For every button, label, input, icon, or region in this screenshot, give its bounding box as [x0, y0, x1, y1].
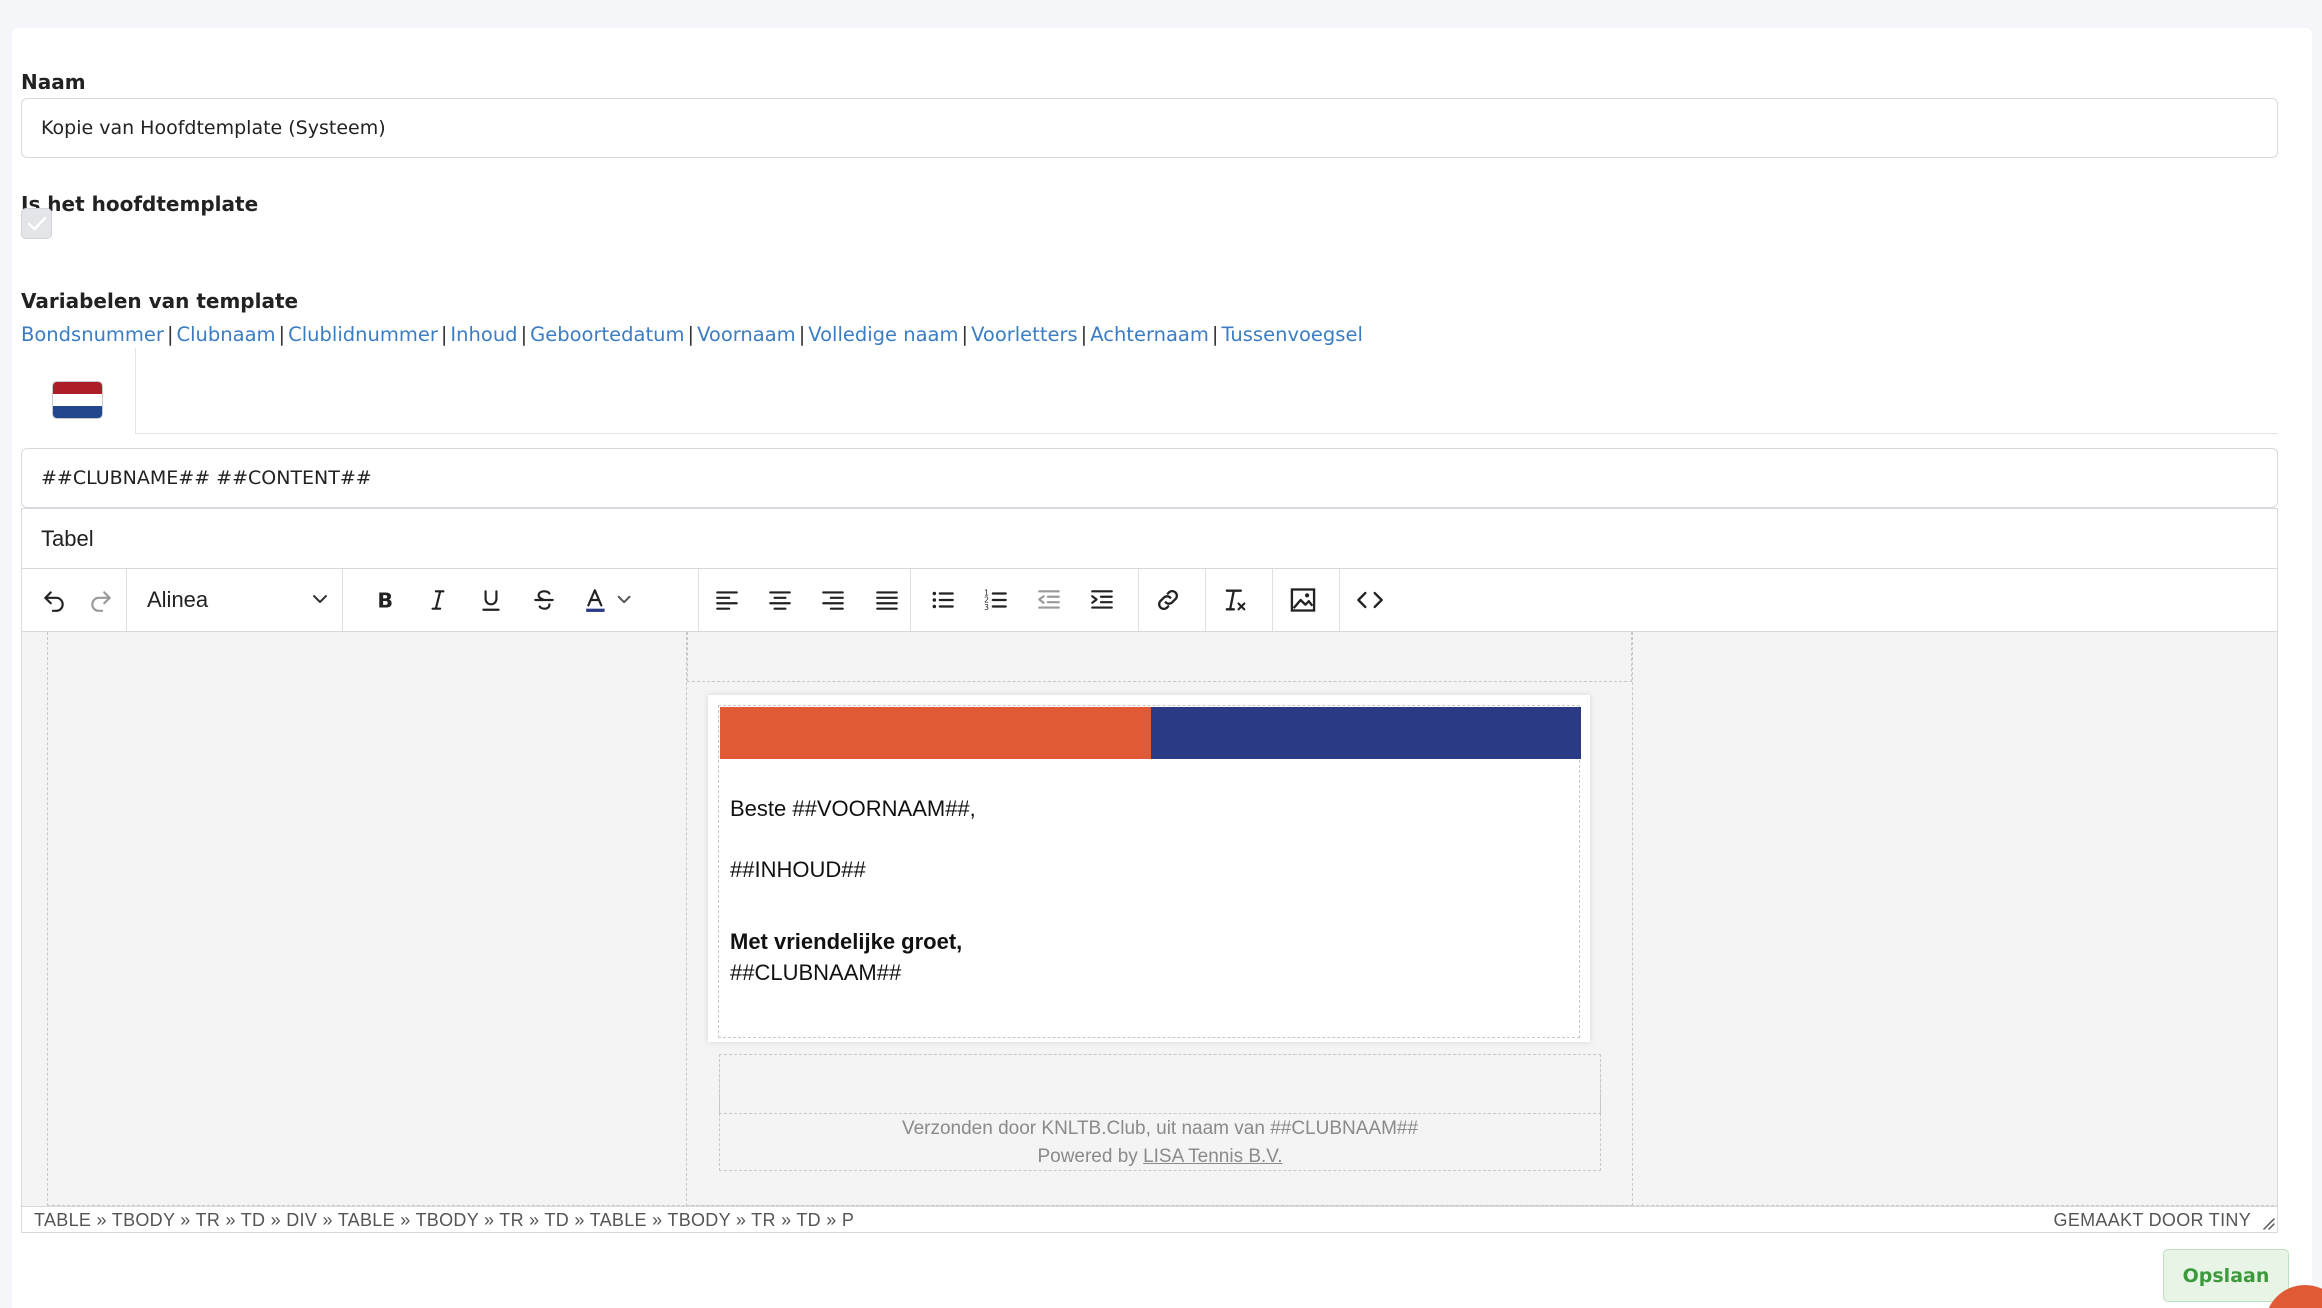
- align-left-icon: [716, 591, 738, 610]
- svg-text:3: 3: [984, 603, 989, 612]
- subject-input[interactable]: ##CLUBNAME## ##CONTENT##: [21, 448, 2278, 508]
- rich-text-editor: Alinea B 1 2 3 Beste ##VOORNAAM##, ##INH…: [21, 568, 2278, 1233]
- editor-content-area[interactable]: Beste ##VOORNAAM##, ##INHOUD## Met vrien…: [22, 632, 2277, 1206]
- align-left-button[interactable]: [705, 569, 749, 631]
- footer-sent-by: Verzonden door KNLTB.Club, uit naam van …: [901, 1118, 1419, 1139]
- variable-link-geboortedatum[interactable]: Geboortedatum: [530, 323, 684, 346]
- underline-button[interactable]: [469, 569, 513, 631]
- bold-button[interactable]: B: [363, 569, 407, 631]
- menu-item-tabel[interactable]: Tabel: [41, 526, 94, 552]
- strikethrough-button[interactable]: [522, 569, 566, 631]
- header-bar-orange: [720, 707, 1151, 759]
- undo-button[interactable]: [32, 569, 76, 631]
- align-center-icon: [769, 591, 791, 610]
- email-signature: ##CLUBNAAM##: [730, 960, 902, 985]
- resize-handle-icon[interactable]: [2261, 1216, 2275, 1230]
- flag-stripe-white: [53, 393, 102, 406]
- variables-label: Variabelen van template: [21, 289, 299, 313]
- align-right-button[interactable]: [811, 569, 855, 631]
- header-bar-blue: [1151, 707, 1581, 759]
- main-template-label: Is het hoofdtemplate: [21, 192, 259, 216]
- tab-dutch[interactable]: [21, 348, 136, 434]
- underline-icon: [482, 590, 500, 611]
- outdent-icon: [1038, 590, 1060, 609]
- bold-icon: B: [377, 589, 393, 613]
- redo-button[interactable]: [79, 569, 123, 631]
- align-center-button[interactable]: [758, 569, 802, 631]
- variable-link-tussenvoegsel[interactable]: Tussenvoegsel: [1221, 323, 1362, 346]
- align-justify-icon: [876, 591, 898, 610]
- email-content-placeholder: ##INHOUD##: [730, 857, 866, 882]
- flag-stripe-red: [53, 382, 102, 394]
- link-button[interactable]: [1146, 569, 1190, 631]
- variable-link-inhoud[interactable]: Inhoud: [450, 323, 517, 346]
- name-label: Naam: [21, 70, 86, 94]
- email-greeting: Beste ##VOORNAAM##,: [730, 796, 976, 821]
- bullet-list-button[interactable]: [921, 569, 965, 631]
- variable-link-bondsnummer[interactable]: Bondsnummer: [21, 323, 164, 346]
- link-icon: [1157, 589, 1179, 611]
- text-color-icon: [586, 589, 631, 612]
- email-closing: Met vriendelijke groet,: [730, 929, 963, 954]
- variable-link-achternaam[interactable]: Achternaam: [1090, 323, 1209, 346]
- outdent-button[interactable]: [1027, 569, 1071, 631]
- align-justify-button[interactable]: [865, 569, 909, 631]
- element-path[interactable]: TABLE » TBODY » TR » TD » DIV » TABLE » …: [34, 1210, 854, 1231]
- variable-link-clubnaam[interactable]: Clubnaam: [177, 323, 276, 346]
- insert-image-button[interactable]: [1281, 569, 1325, 631]
- footer-lisa-link[interactable]: LISA Tennis B.V.: [1143, 1146, 1282, 1167]
- main-template-checkbox[interactable]: [21, 208, 52, 239]
- align-right-icon: [822, 591, 844, 610]
- footer-powered: Powered by LISA Tennis B.V.: [719, 1146, 1601, 1168]
- tiny-branding[interactable]: GEMAAKT DOOR TINY: [2054, 1210, 2251, 1231]
- numbered-list-button[interactable]: 123: [974, 569, 1018, 631]
- variable-link-voornaam[interactable]: Voornaam: [697, 323, 796, 346]
- indent-button[interactable]: [1080, 569, 1124, 631]
- italic-button[interactable]: [416, 569, 460, 631]
- italic-icon: [431, 590, 445, 610]
- indent-icon: [1091, 590, 1113, 609]
- name-input[interactable]: Kopie van Hoofdtemplate (Systeem): [21, 98, 2278, 158]
- source-code-button[interactable]: [1348, 569, 1392, 631]
- footer-powered-label: Powered by: [1037, 1146, 1138, 1167]
- numbered-list-icon: 123: [984, 589, 1007, 612]
- editor-toolbar: Alinea B 1 2 3: [22, 569, 2277, 632]
- email-container: Beste ##VOORNAAM##, ##INHOUD## Met vrien…: [708, 695, 1590, 1042]
- text-color-button[interactable]: [575, 569, 645, 631]
- clear-format-button[interactable]: [1213, 569, 1257, 631]
- clear-format-icon: [1225, 589, 1246, 611]
- save-button[interactable]: Opslaan: [2163, 1249, 2289, 1302]
- variable-link-volledige-naam[interactable]: Volledige naam: [808, 323, 958, 346]
- strikethrough-icon: [534, 590, 554, 610]
- block-format-value: Alinea: [147, 587, 209, 612]
- editor-menubar: Tabel: [21, 508, 2278, 569]
- block-format-select[interactable]: Alinea: [127, 569, 342, 631]
- footer-spacer-outline: [719, 1054, 1601, 1114]
- language-tabs: [21, 348, 2278, 434]
- editor-statusbar: TABLE » TBODY » TR » TD » DIV » TABLE » …: [22, 1206, 2277, 1232]
- variable-link-clublidnummer[interactable]: Clublidnummer: [288, 323, 438, 346]
- variable-link-voorletters[interactable]: Voorletters: [971, 323, 1078, 346]
- chevron-down-icon: [313, 595, 327, 603]
- image-icon: [1290, 588, 1316, 612]
- flag-stripe-blue: [53, 405, 102, 418]
- bullet-list-icon: [932, 591, 954, 609]
- undo-icon: [44, 591, 64, 612]
- variables-list: Bondsnummer | Clubnaam | Clublidnummer | Inhou…: [21, 323, 1363, 346]
- top-cell-outline: [687, 632, 1632, 682]
- redo-icon: [91, 591, 111, 612]
- checkmark-icon: [27, 216, 46, 230]
- dutch-flag-icon: [52, 381, 103, 419]
- source-code-icon: [1357, 591, 1383, 609]
- svg-text:B: B: [377, 589, 393, 613]
